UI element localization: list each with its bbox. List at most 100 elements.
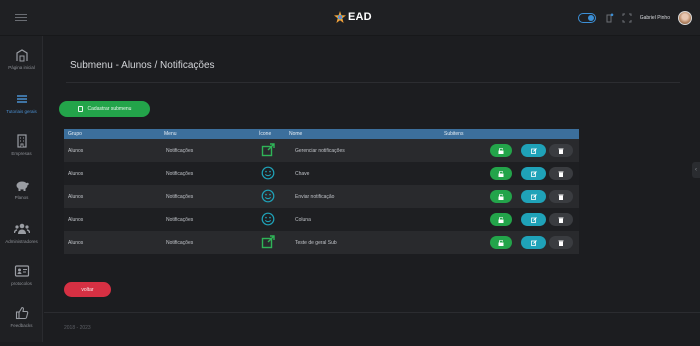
divider — [66, 82, 680, 83]
lock-icon — [498, 170, 504, 177]
id-card-icon — [14, 265, 29, 277]
smile-icon — [261, 189, 275, 203]
sidebar-item-companies[interactable]: Empresas — [0, 134, 43, 174]
column-header-group[interactable]: Grupo — [68, 131, 82, 137]
side-panel-handle[interactable]: ‹ — [692, 162, 700, 178]
app-logo[interactable]: EAD — [334, 11, 372, 23]
avatar[interactable] — [678, 11, 692, 25]
cell-menu: Notificações — [166, 171, 194, 177]
lock-icon — [498, 239, 504, 246]
logo-text: EAD — [348, 11, 372, 23]
trash-icon — [558, 240, 564, 246]
table-row: Alunos Notificações Chave — [64, 162, 579, 185]
cell-menu: Notificações — [166, 194, 194, 200]
lock-button[interactable] — [490, 167, 512, 180]
table-row: Alunos Notificações Gerenciar notificaçõ… — [64, 139, 579, 162]
delete-button[interactable] — [549, 236, 573, 249]
edit-icon — [530, 193, 537, 200]
lock-icon — [498, 193, 504, 200]
sidebar: Página inicial Tutoriais gerais Empresas… — [0, 36, 43, 342]
edit-button[interactable] — [521, 167, 546, 180]
smile-icon — [261, 212, 275, 226]
external-link-icon — [261, 143, 275, 157]
sidebar-item-home[interactable]: Página inicial — [0, 48, 43, 88]
top-bar: EAD Gabriel Pinho — [0, 0, 700, 36]
hamburger-menu-icon[interactable] — [15, 14, 27, 22]
sidebar-item-tutorials[interactable]: Tutoriais gerais — [0, 92, 43, 132]
page-title: Submenu - Alunos / Notificações — [70, 60, 215, 71]
sidebar-item-admins[interactable]: Administradores — [0, 222, 43, 262]
cell-menu: Notificações — [166, 240, 194, 246]
divider — [44, 312, 700, 313]
smile-icon — [261, 166, 275, 180]
piggy-bank-icon — [16, 181, 29, 191]
register-submenu-button[interactable]: Cadastrar submenu — [59, 101, 150, 117]
sidebar-item-label: Planos — [14, 195, 29, 200]
edit-icon — [530, 147, 537, 154]
footer-copyright: 2018 - 2023 — [64, 325, 91, 331]
edit-button[interactable] — [521, 213, 546, 226]
trash-icon — [558, 194, 564, 200]
trash-icon — [558, 171, 564, 177]
cell-group: Alunos — [68, 171, 84, 177]
table-header: Grupo Menu Ícone Nome Subitens — [64, 129, 579, 139]
edit-button[interactable] — [521, 190, 546, 203]
table-row: Alunos Notificações Coluna — [64, 208, 579, 231]
theme-toggle[interactable] — [577, 13, 596, 23]
column-header-icon[interactable]: Ícone — [259, 131, 271, 137]
table-row: Alunos Notificações Teste de geral Sub — [64, 231, 579, 254]
sidebar-item-label: Tutoriais gerais — [6, 109, 37, 114]
submenu-table: Grupo Menu Ícone Nome Subitens Alunos No… — [64, 129, 579, 254]
register-submenu-label: Cadastrar submenu — [87, 106, 132, 112]
cell-group: Alunos — [68, 217, 84, 223]
table-row: Alunos Notificações Enviar notificação — [64, 185, 579, 208]
file-icon — [77, 106, 83, 112]
sidebar-item-plans[interactable]: Planos — [0, 178, 43, 218]
lock-icon — [498, 147, 504, 154]
lock-button[interactable] — [490, 236, 512, 249]
office-icon — [16, 134, 27, 148]
edit-button[interactable] — [521, 144, 546, 157]
thumbs-up-icon — [15, 306, 28, 320]
edit-icon — [530, 216, 537, 223]
lock-button[interactable] — [490, 190, 512, 203]
back-button[interactable]: voltar — [64, 282, 111, 297]
column-header-name[interactable]: Nome — [289, 131, 302, 137]
column-header-menu[interactable]: Menu — [164, 131, 177, 137]
sidebar-item-feedbacks[interactable]: Feedbacks — [0, 306, 43, 346]
lock-icon — [498, 216, 504, 223]
sidebar-item-label: Empresas — [11, 151, 32, 156]
trash-icon — [558, 217, 564, 223]
fullscreen-icon[interactable] — [622, 13, 632, 23]
cell-menu: Notificações — [166, 217, 194, 223]
users-icon — [13, 223, 30, 234]
main-content: Submenu - Alunos / Notificações Cadastra… — [44, 36, 700, 342]
cell-group: Alunos — [68, 240, 84, 246]
lock-button[interactable] — [490, 144, 512, 157]
menu-icon — [16, 95, 27, 103]
cell-name: Gerenciar notificações — [295, 148, 345, 154]
delete-button[interactable] — [549, 144, 573, 157]
sidebar-item-protocols[interactable]: protocolos — [0, 264, 43, 304]
sidebar-item-label: Página inicial — [8, 65, 35, 70]
delete-button[interactable] — [549, 190, 573, 203]
cell-name: Chave — [295, 171, 310, 177]
cell-group: Alunos — [68, 194, 84, 200]
delete-button[interactable] — [549, 167, 573, 180]
cell-name: Enviar notificação — [295, 194, 335, 200]
edit-icon — [530, 239, 537, 246]
edit-button[interactable] — [521, 236, 546, 249]
trash-icon — [558, 148, 564, 154]
column-header-subitems[interactable]: Subitens — [444, 131, 463, 137]
user-name[interactable]: Gabriel Pinho — [640, 15, 670, 21]
edit-icon — [530, 170, 537, 177]
sidebar-item-label: Feedbacks — [10, 323, 33, 328]
cell-group: Alunos — [68, 148, 84, 154]
cell-name: Coluna — [295, 217, 311, 223]
cell-name: Teste de geral Sub — [295, 240, 337, 246]
delete-button[interactable] — [549, 213, 573, 226]
lock-button[interactable] — [490, 213, 512, 226]
sidebar-item-label: Administradores — [5, 239, 38, 244]
notification-icon[interactable] — [604, 13, 614, 23]
sidebar-item-label: protocolos — [11, 281, 32, 286]
